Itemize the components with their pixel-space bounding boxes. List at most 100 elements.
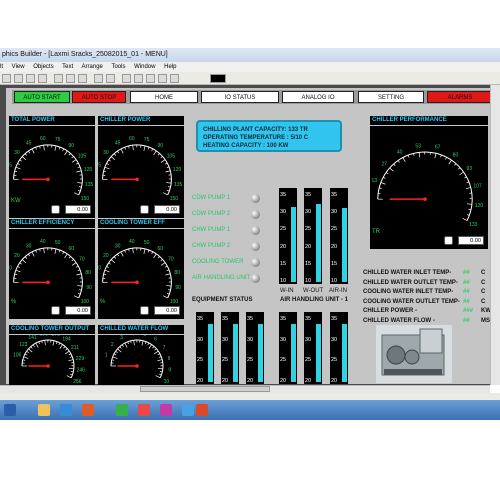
tank-tick-label: 35 (197, 316, 204, 322)
new-icon[interactable] (2, 74, 11, 83)
gauge-tick (160, 262, 166, 266)
app-purple-icon[interactable] (160, 404, 172, 416)
gauge-arc (13, 247, 83, 299)
print-icon[interactable] (38, 74, 47, 83)
gauge-tick-label: 30 (26, 244, 32, 250)
tank-tick-label: 35 (331, 316, 338, 322)
gauge-tick (153, 350, 159, 355)
app-blue-icon[interactable] (182, 404, 194, 416)
align-icon[interactable] (146, 74, 155, 83)
stat-label: CHILLER POWER - (363, 308, 417, 314)
open-icon[interactable] (14, 74, 23, 83)
menu-item-arrange[interactable]: Arrange (82, 64, 103, 70)
gauge-tick (113, 353, 117, 356)
paste-icon[interactable] (78, 74, 87, 83)
save-icon[interactable] (26, 74, 35, 83)
tank-level-fill (316, 324, 321, 382)
stat-row: CHILLED WATER INLET TEMP- ## C (363, 270, 493, 276)
app-red-icon[interactable] (138, 404, 150, 416)
zoom-icon[interactable] (122, 74, 131, 83)
home-button[interactable]: HOME (130, 91, 198, 103)
stat-value: ## (463, 289, 470, 295)
heating-capacity: HEATING CAPACITY : 100 KW (203, 143, 289, 149)
tank-tick-label: 30 (280, 336, 287, 343)
tank-tick-label: 30 (305, 336, 312, 343)
app-green-icon[interactable] (116, 404, 128, 416)
menu-item-objects[interactable]: Objects (33, 64, 53, 70)
ie-icon[interactable] (60, 404, 72, 416)
setting-button[interactable]: SETTING (358, 91, 424, 103)
gauge-hub (46, 177, 50, 182)
grid-icon[interactable] (134, 74, 143, 83)
gauge-tick (21, 259, 27, 264)
gauge-tick (165, 273, 171, 276)
gauge-tick (113, 256, 117, 259)
horizontal-scroll-thumb[interactable] (140, 386, 270, 392)
color-picker-icon[interactable] (210, 74, 226, 83)
gauge-tick (17, 266, 20, 268)
menu-item-view[interactable]: View (12, 64, 25, 70)
gauge-tick (63, 346, 66, 349)
copy-icon[interactable] (66, 74, 75, 83)
gauge-arc (102, 247, 172, 299)
gauge-tick (119, 346, 122, 349)
gauge-tick-label: 6 (154, 337, 157, 343)
io-status-button[interactable]: IO STATUS (201, 91, 279, 103)
gauge-settings-icon[interactable] (444, 236, 453, 245)
gauge-tick (151, 251, 154, 255)
menu-item-help[interactable]: Help (164, 64, 176, 70)
gauge-tick (153, 150, 157, 156)
auto-start-button[interactable]: AUTO START (14, 91, 70, 103)
gauge-tick (141, 340, 144, 346)
tank-tick-label: 25 (222, 357, 229, 364)
auto-stop-button[interactable]: AUTO STOP (72, 91, 126, 103)
gauge-arc (13, 144, 83, 196)
gauge-value: 0.00 (65, 306, 91, 315)
menu-item-text[interactable]: Text (62, 64, 73, 70)
redo-icon[interactable] (106, 74, 115, 83)
menu-item-edit[interactable]: lt (0, 64, 3, 70)
tank-tick-label: 20 (247, 378, 254, 384)
gauge-settings-icon[interactable] (140, 306, 149, 315)
start-icon[interactable] (4, 404, 16, 416)
gauge-tick-label: 4 (131, 335, 134, 337)
gauge-hub (135, 364, 139, 368)
gauge-tick (103, 273, 107, 276)
stat-unit: C (481, 298, 486, 305)
explorer-icon[interactable] (38, 404, 50, 416)
ahu-label: AIR HANDLING UNIT - 1 (280, 297, 348, 303)
graphics-builder-icon[interactable] (196, 404, 208, 416)
gauge-tick (383, 176, 386, 179)
gauge-tick (17, 163, 20, 165)
cdw-pump-2-indicator-icon (251, 210, 260, 219)
gauge-tick (466, 214, 470, 216)
gauge-tick-label: 5 (143, 335, 146, 338)
gauge-settings-icon[interactable] (51, 205, 60, 214)
tank-tick-label: 30 (305, 209, 312, 216)
media-icon[interactable] (82, 404, 94, 416)
gauge-tick-label: 40 (129, 239, 135, 245)
gauge-settings-icon[interactable] (140, 205, 149, 214)
gauge-arc (377, 151, 473, 221)
gauge-tick-label: 45 (26, 141, 32, 147)
gauge-unit: KW (11, 198, 21, 204)
gauge-tick (22, 359, 26, 361)
undo-icon[interactable] (94, 74, 103, 83)
vertical-scrollbar[interactable] (490, 85, 500, 385)
gauge-tick (166, 285, 172, 287)
tank-tick-label: 30 (222, 336, 229, 343)
cut-icon[interactable] (54, 74, 63, 83)
alarms-button[interactable]: ALARMS (427, 91, 493, 103)
menu-item-window[interactable]: Window (134, 64, 155, 70)
menu-item-tools[interactable]: Tools (111, 64, 125, 70)
analog-io-button[interactable]: ANALOG IO (282, 91, 354, 103)
font-icon[interactable] (158, 74, 167, 83)
tank-tick-label: 10 (305, 278, 312, 284)
gauge-tick (466, 181, 470, 184)
gauge-value: 0.00 (65, 205, 91, 214)
gauge-tick (38, 341, 40, 345)
gauge-settings-icon[interactable] (51, 306, 60, 315)
stat-label: COOLING WATER OUTLET TEMP- (363, 298, 460, 305)
gauge-tick (147, 249, 150, 253)
help-icon[interactable] (170, 74, 179, 83)
